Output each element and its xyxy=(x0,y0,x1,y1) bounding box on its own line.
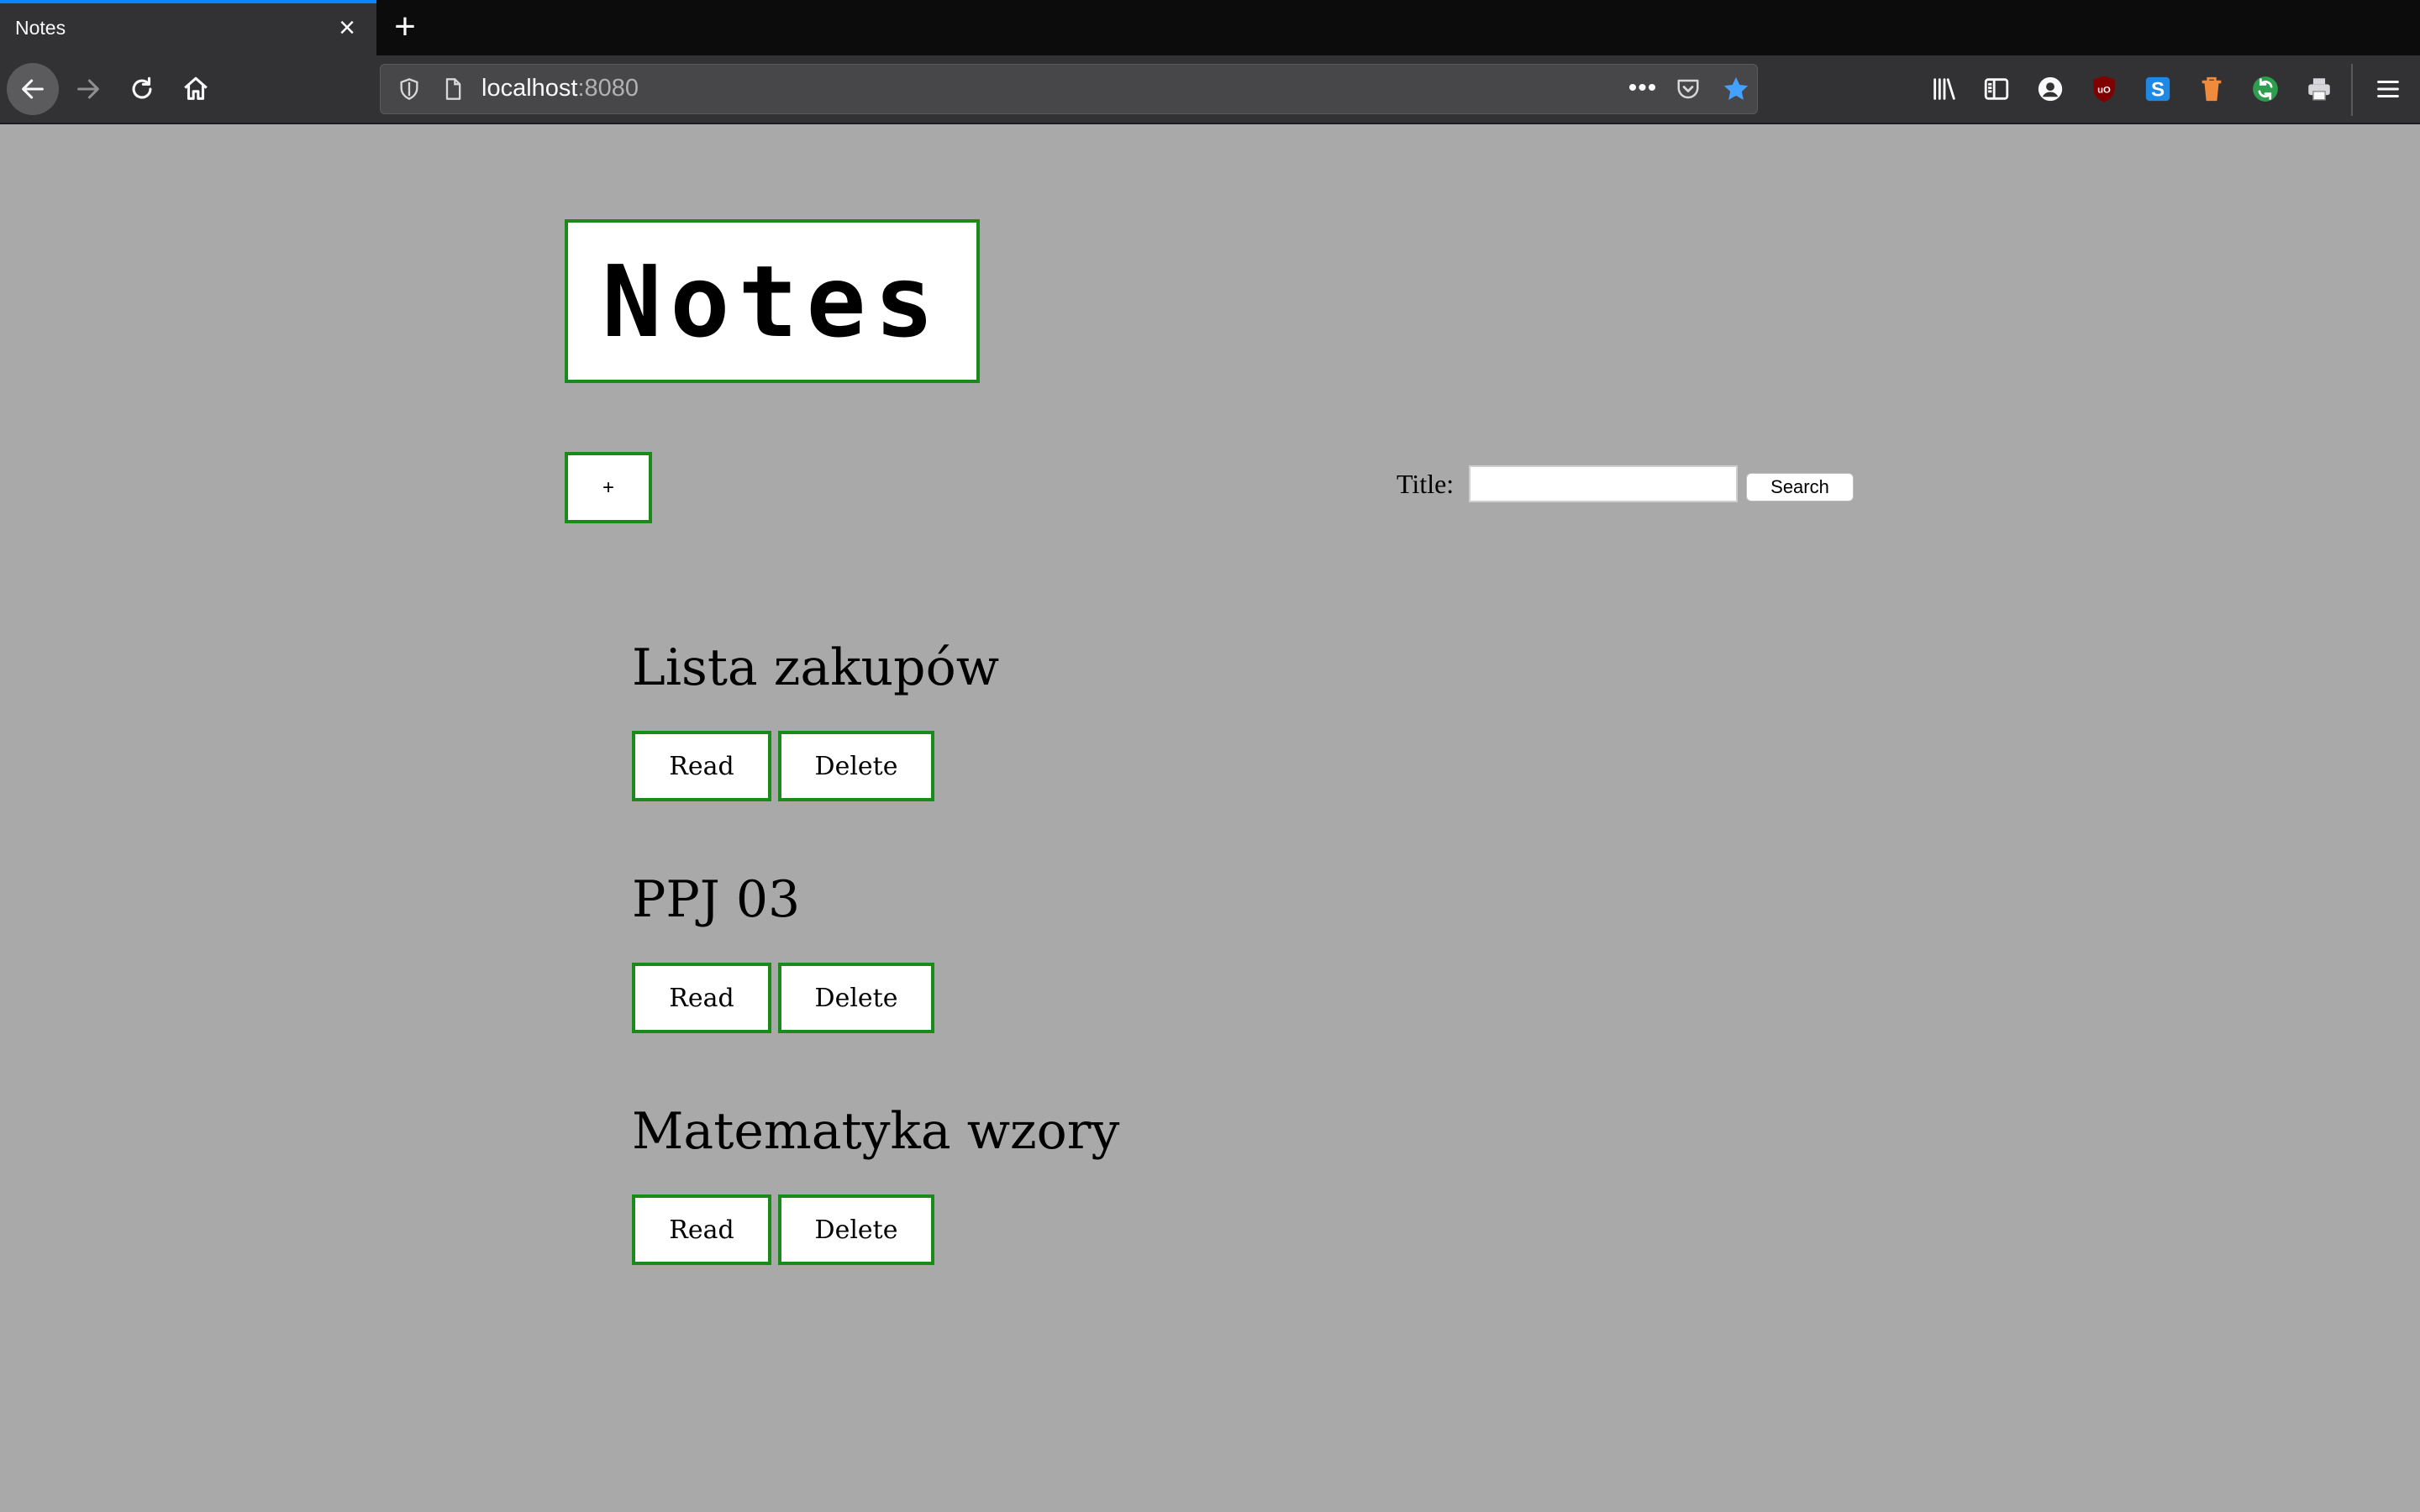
delete-note-button[interactable]: Delete xyxy=(778,731,934,801)
search-button[interactable]: Search xyxy=(1746,473,1854,501)
delete-note-button[interactable]: Delete xyxy=(778,1194,934,1265)
note-item: PPJ 03 Read Delete xyxy=(632,870,1304,1038)
forward-arrow-icon xyxy=(77,79,99,99)
sidebar-icon[interactable] xyxy=(1981,74,2012,104)
page-info-icon[interactable] xyxy=(441,75,465,103)
read-note-button[interactable]: Read xyxy=(632,963,771,1033)
pocket-icon[interactable] xyxy=(1675,76,1702,102)
hamburger-menu-icon[interactable] xyxy=(2373,74,2403,104)
page-content: Notes + Title: Search Lista zakupów Read… xyxy=(0,126,2420,1512)
browser-tab[interactable]: Notes × xyxy=(0,0,376,55)
address-bar[interactable]: localhost:8080 ••• xyxy=(380,64,1758,114)
tab-bar: Notes × + xyxy=(0,0,2420,55)
sync-extension-icon[interactable] xyxy=(2250,74,2281,104)
new-tab-button[interactable]: + xyxy=(388,8,422,45)
url-text[interactable]: localhost:8080 xyxy=(481,75,639,102)
read-note-button[interactable]: Read xyxy=(632,731,771,801)
delete-note-button[interactable]: Delete xyxy=(778,963,934,1033)
printer-extension-icon[interactable] xyxy=(2304,74,2334,104)
page-actions-icon[interactable]: ••• xyxy=(1624,71,1661,105)
read-note-button[interactable]: Read xyxy=(632,1194,771,1265)
search-title-input[interactable] xyxy=(1469,465,1738,502)
s-extension-icon[interactable]: S xyxy=(2143,74,2173,104)
navigation-toolbar: localhost:8080 ••• uO S xyxy=(0,55,2420,124)
svg-text:uO: uO xyxy=(2097,85,2111,95)
search-title-label: Title: xyxy=(1397,469,1455,499)
url-port: :8080 xyxy=(577,75,639,102)
back-arrow-icon xyxy=(22,79,44,99)
reload-icon xyxy=(132,76,152,99)
url-host: localhost xyxy=(481,75,578,102)
home-icon xyxy=(184,76,208,100)
forward-button[interactable] xyxy=(62,63,114,115)
note-item: Matematyka wzory Read Delete xyxy=(632,1102,1304,1270)
tab-title: Notes xyxy=(15,17,66,39)
back-button[interactable] xyxy=(7,63,59,115)
add-note-button[interactable]: + xyxy=(565,452,652,523)
ublock-origin-icon[interactable]: uO xyxy=(2089,74,2119,104)
account-icon[interactable] xyxy=(2035,74,2065,104)
note-title: Matematyka wzory xyxy=(632,1102,1120,1161)
toolbar-separator xyxy=(2351,64,2353,116)
note-title: PPJ 03 xyxy=(632,870,801,929)
bookmark-star-icon[interactable] xyxy=(1722,75,1750,103)
library-icon[interactable] xyxy=(1929,74,1960,104)
note-title: Lista zakupów xyxy=(632,638,1000,697)
home-button[interactable] xyxy=(170,63,222,115)
note-item: Lista zakupów Read Delete xyxy=(632,638,1304,806)
trash-extension-icon[interactable] xyxy=(2196,74,2227,104)
svg-text:S: S xyxy=(2151,79,2165,102)
logo-text: Notes xyxy=(602,243,943,360)
close-tab-icon[interactable]: × xyxy=(333,13,361,42)
reload-button[interactable] xyxy=(116,63,168,115)
tracking-shield-icon[interactable] xyxy=(397,76,421,102)
logo-box: Notes xyxy=(565,219,980,383)
